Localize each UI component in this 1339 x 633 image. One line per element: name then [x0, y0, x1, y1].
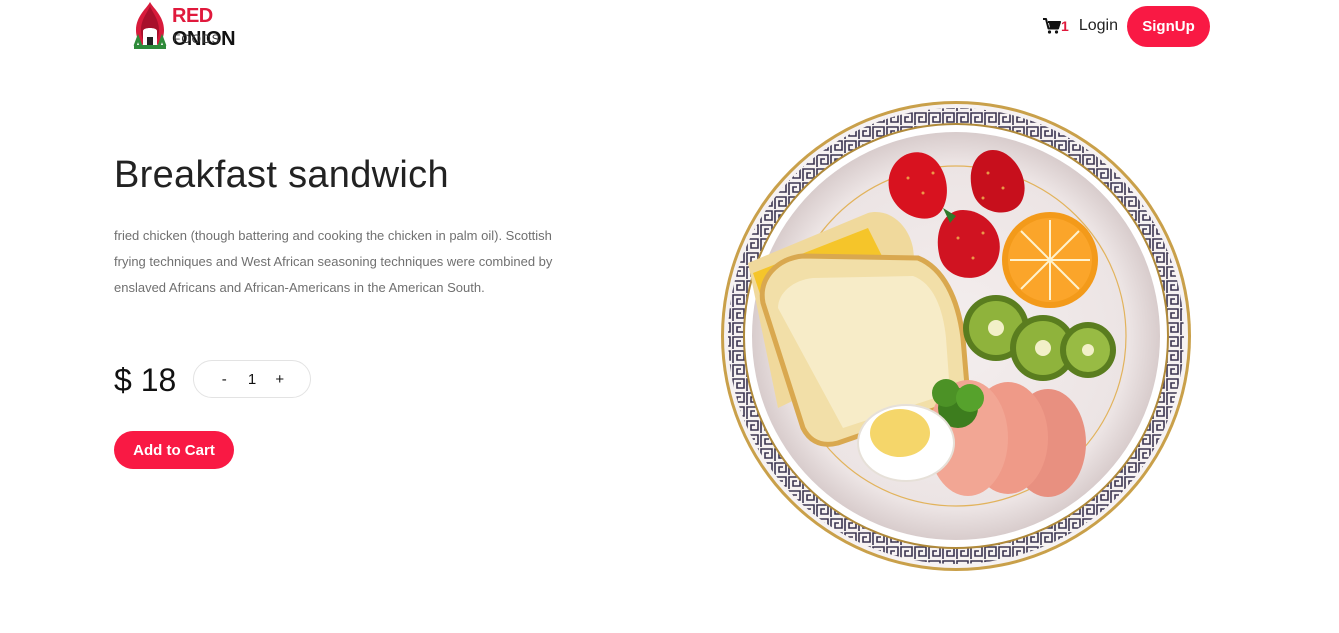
- product-price: $ 18: [114, 362, 177, 398]
- breakfast-plate-image: [721, 101, 1191, 571]
- brand-logo[interactable]: RED ONION FOODS: [132, 0, 272, 52]
- cart-button[interactable]: 1: [1043, 18, 1069, 34]
- signup-button[interactable]: SignUp: [1127, 5, 1210, 47]
- quantity-decrease-button[interactable]: -: [215, 371, 233, 388]
- cart-count-badge: 1: [1061, 18, 1069, 34]
- quantity-value: 1: [247, 370, 257, 388]
- onion-logo-icon: [133, 2, 167, 49]
- top-nav: 1 Login SignUp: [1043, 5, 1210, 47]
- quantity-increase-button[interactable]: +: [271, 371, 289, 388]
- brand-subtitle: FOODS: [173, 32, 221, 46]
- shopping-cart-icon: [1043, 18, 1062, 34]
- quantity-stepper: - 1 +: [193, 360, 311, 398]
- product-title: Breakfast sandwich: [114, 154, 449, 196]
- product-description: fried chicken (though battering and cook…: [114, 228, 553, 295]
- add-to-cart-button[interactable]: Add to Cart: [114, 431, 234, 469]
- brand-name-red: RED: [172, 5, 213, 27]
- login-link[interactable]: Login: [1079, 17, 1118, 35]
